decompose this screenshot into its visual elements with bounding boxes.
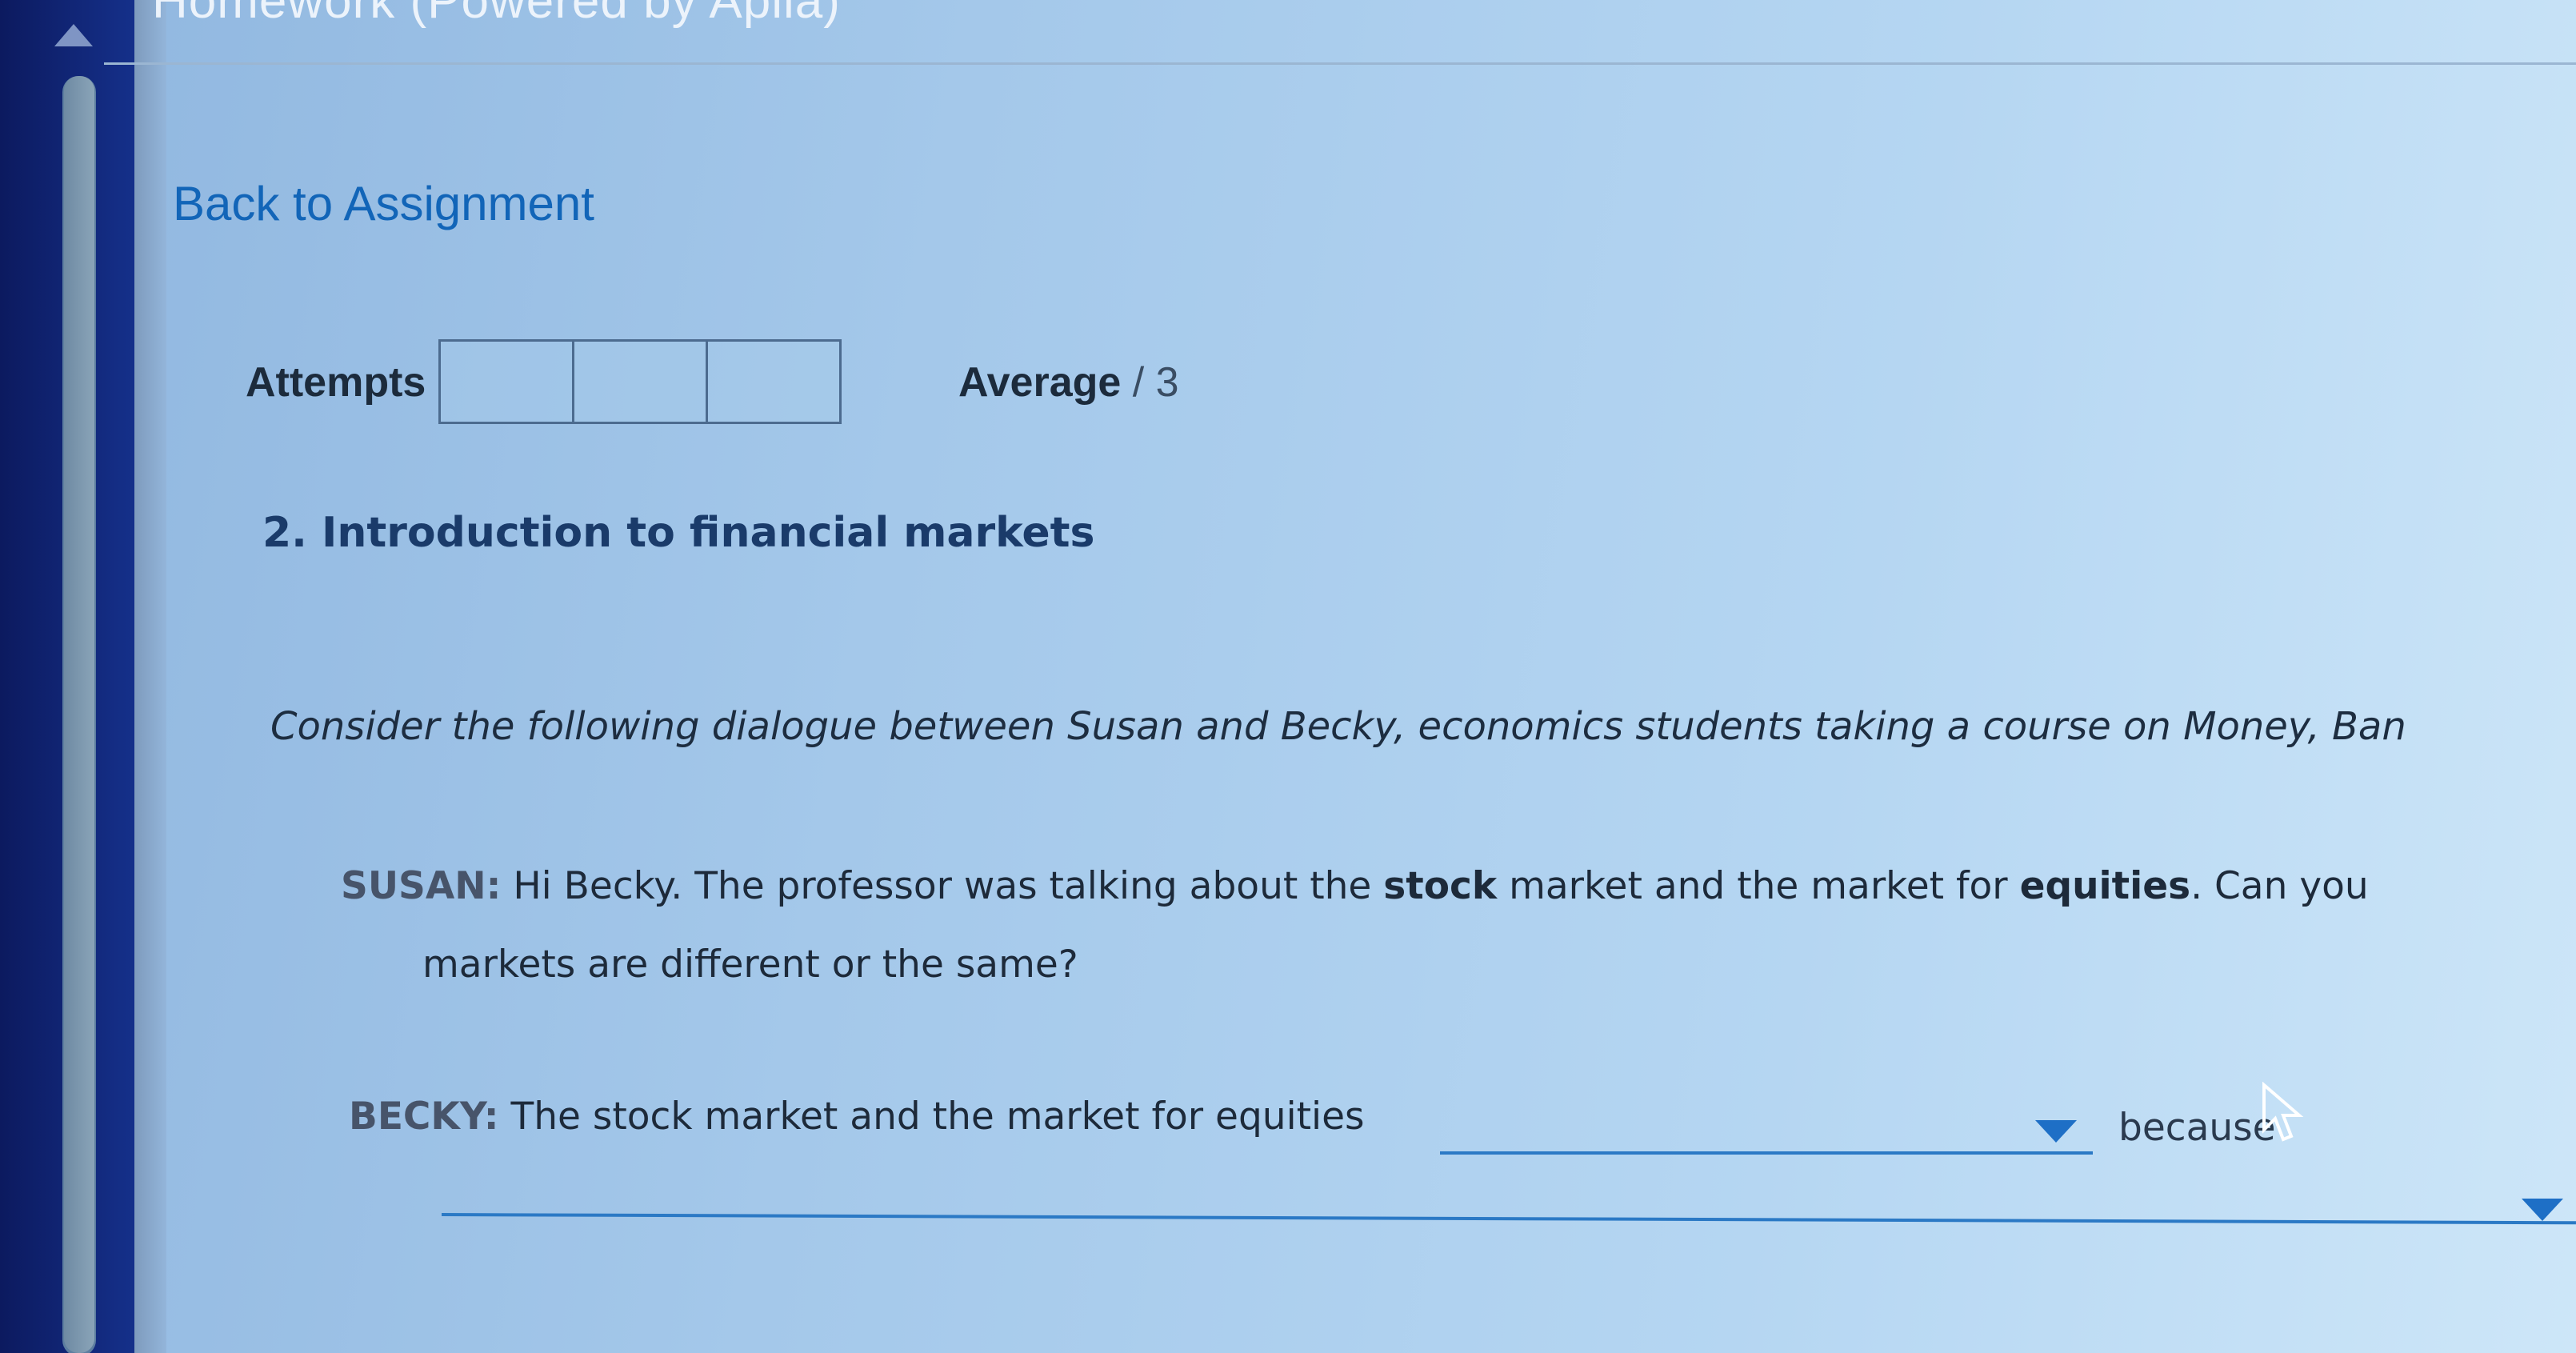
title-divider [104,62,2576,65]
susan-text-3: . Can you [2190,864,2369,908]
becky-speaker: BECKY: [349,1095,499,1139]
question-title: 2. Introduction to financial markets [262,509,1095,557]
chevron-down-icon[interactable] [2035,1120,2077,1143]
becky-line: BECKY: The stock market and the market f… [349,1095,1365,1139]
attempt-box-2 [574,342,708,422]
attempts-boxes [438,339,842,424]
equities-relationship-dropdown[interactable] [1440,1151,2093,1155]
because-text: because [2118,1106,2276,1150]
susan-text-1: Hi Becky. The professor was talking abou… [501,864,1384,908]
average-label: Average / 3 [958,358,1179,406]
average-text: Average [958,359,1122,406]
susan-bold-stock: stock [1383,864,1498,908]
back-to-assignment-link[interactable]: Back to Assignment [173,176,594,231]
scrollbar-thumb[interactable] [64,76,94,1353]
scroll-up-arrow-icon[interactable] [54,24,93,46]
susan-bold-equities: equities [2019,864,2191,908]
chevron-down-icon[interactable] [2522,1199,2563,1221]
question-intro: Consider the following dialogue between … [270,704,2406,749]
reason-dropdown[interactable] [441,1213,2576,1225]
becky-text: The stock market and the market for equi… [498,1095,1365,1139]
susan-text-2: market and the market for [1497,864,2020,908]
page: Homework (Powered by Aplia) Back to Assi… [0,0,2576,1353]
mouse-cursor-icon [2262,1082,2304,1142]
average-denominator: / 3 [1132,359,1179,406]
susan-line-1: SUSAN: Hi Becky. The professor was talki… [341,864,2369,908]
susan-line-2: markets are different or the same? [422,943,1078,987]
attempts-label: Attempts [246,359,426,406]
susan-speaker: SUSAN: [341,864,502,908]
attempt-box-3 [708,342,839,422]
content-edge [134,0,166,1353]
window-title: Homework (Powered by Aplia) [152,0,841,29]
attempt-box-1 [441,342,574,422]
left-sidebar [0,0,134,1353]
